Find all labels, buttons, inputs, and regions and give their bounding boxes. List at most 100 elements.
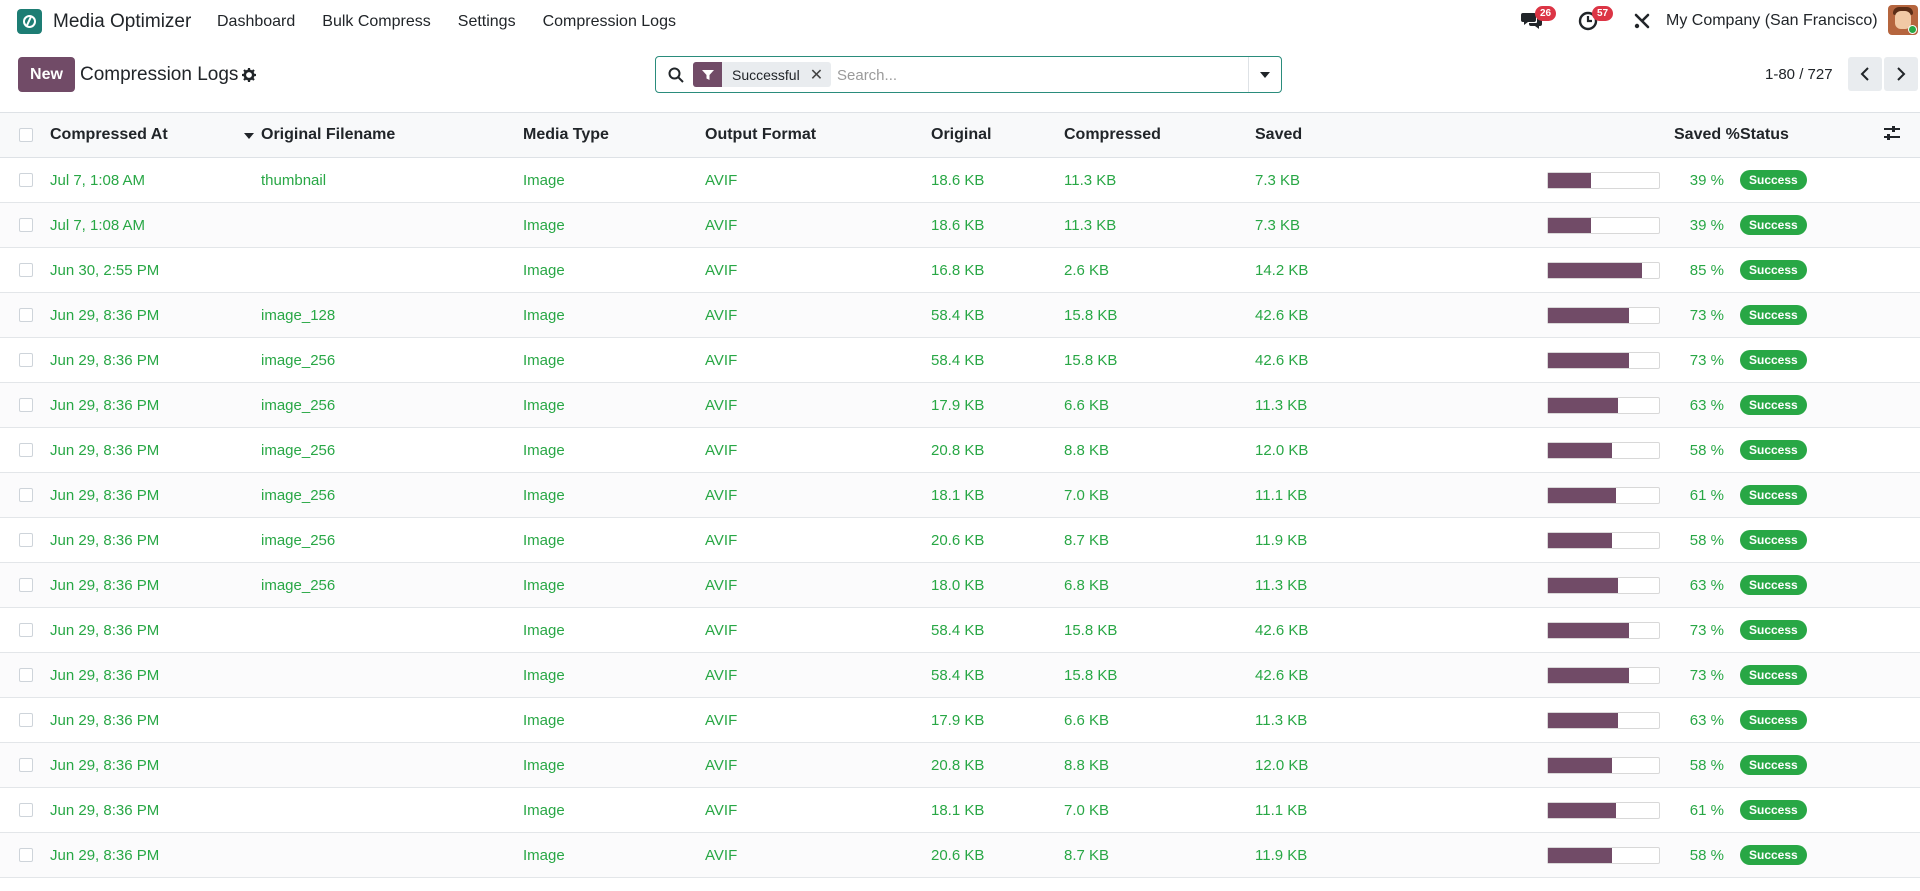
table-row[interactable]: Jun 29, 8:36 PM Image AVIF 20.6 KB 8.7 KB 11.… — [0, 832, 1920, 878]
cell-original-size[interactable]: 18.1 KB — [931, 473, 1064, 518]
cell-saved-size[interactable]: 7.3 KB — [1255, 158, 1547, 203]
cell-saved-size[interactable]: 11.3 KB — [1255, 383, 1547, 428]
cell-original-filename[interactable]: image_256 — [261, 563, 523, 608]
cell-original-filename[interactable] — [261, 833, 523, 878]
cell-original-filename[interactable] — [261, 788, 523, 833]
table-row[interactable]: Jun 29, 8:36 PM Image AVIF 58.4 KB 15.8 KB 42… — [0, 608, 1920, 653]
cell-media-type[interactable]: Image — [523, 698, 705, 743]
cell-media-type[interactable]: Image — [523, 473, 705, 518]
cell-output-format[interactable]: AVIF — [705, 293, 931, 338]
row-checkbox[interactable] — [19, 218, 33, 232]
cell-original-size[interactable]: 18.0 KB — [931, 563, 1064, 608]
cell-media-type[interactable]: Image — [523, 338, 705, 383]
cell-media-type[interactable]: Image — [523, 518, 705, 563]
cell-saved-percent[interactable]: 58 % — [1674, 518, 1736, 563]
cell-media-type[interactable]: Image — [523, 383, 705, 428]
cell-status[interactable]: Success — [1736, 563, 1870, 608]
cell-status[interactable]: Success — [1736, 698, 1870, 743]
row-checkbox[interactable] — [19, 173, 33, 187]
app-name[interactable]: Media Optimizer — [53, 11, 191, 33]
optional-columns-toggle[interactable] — [1870, 113, 1920, 158]
cell-saved-percent[interactable]: 61 % — [1674, 788, 1736, 833]
menu-item-compression-logs[interactable]: Compression Logs — [543, 13, 676, 31]
cell-saved-percent[interactable]: 73 % — [1674, 608, 1736, 653]
cell-output-format[interactable]: AVIF — [705, 428, 931, 473]
row-checkbox[interactable] — [19, 263, 33, 277]
cell-compressed-size[interactable]: 15.8 KB — [1064, 653, 1255, 698]
cell-saved-size[interactable]: 11.9 KB — [1255, 518, 1547, 563]
cell-saved-size[interactable]: 11.9 KB — [1255, 833, 1547, 878]
cell-original-size[interactable]: 58.4 KB — [931, 338, 1064, 383]
cell-compressed-at[interactable]: Jun 29, 8:36 PM — [50, 743, 261, 788]
cell-saved-percent[interactable]: 58 % — [1674, 743, 1736, 788]
row-checkbox[interactable] — [19, 623, 33, 637]
cell-compressed-at[interactable]: Jun 29, 8:36 PM — [50, 833, 261, 878]
cell-original-size[interactable]: 18.6 KB — [931, 158, 1064, 203]
messages-menu[interactable]: 26 — [1521, 6, 1557, 36]
pager-value[interactable]: 1-80 / 727 — [1765, 66, 1833, 83]
page-title[interactable]: Compression Logs — [80, 64, 238, 86]
cell-status[interactable]: Success — [1736, 293, 1870, 338]
table-row[interactable]: Jul 7, 1:08 AM Image AVIF 18.6 KB 11.3 KB 7.3… — [0, 202, 1920, 248]
table-row[interactable]: Jun 29, 8:36 PM image_128 Image AVIF 58.4 KB… — [0, 292, 1920, 338]
row-checkbox[interactable] — [19, 713, 33, 727]
cell-original-size[interactable]: 17.9 KB — [931, 698, 1064, 743]
table-row[interactable]: Jun 29, 8:36 PM image_256 Image AVIF 17.9 KB… — [0, 382, 1920, 428]
pager-next-button[interactable] — [1884, 57, 1918, 91]
column-compressed-at[interactable]: Compressed At — [50, 113, 261, 158]
cell-compressed-size[interactable]: 8.7 KB — [1064, 833, 1255, 878]
cell-status[interactable]: Success — [1736, 518, 1870, 563]
cell-saved-percent[interactable]: 63 % — [1674, 383, 1736, 428]
cell-saved-size[interactable]: 12.0 KB — [1255, 743, 1547, 788]
cell-output-format[interactable]: AVIF — [705, 743, 931, 788]
cell-saved-percent[interactable]: 73 % — [1674, 653, 1736, 698]
cell-original-size[interactable]: 20.6 KB — [931, 833, 1064, 878]
table-row[interactable]: Jul 7, 1:08 AM thumbnail Image AVIF 18.6 KB 1… — [0, 158, 1920, 203]
cell-original-size[interactable]: 58.4 KB — [931, 608, 1064, 653]
row-checkbox[interactable] — [19, 668, 33, 682]
cell-output-format[interactable]: AVIF — [705, 338, 931, 383]
cell-original-filename[interactable] — [261, 653, 523, 698]
cell-saved-size[interactable]: 11.1 KB — [1255, 788, 1547, 833]
column-media-type[interactable]: Media Type — [523, 113, 705, 158]
cell-compressed-at[interactable]: Jun 29, 8:36 PM — [50, 293, 261, 338]
row-checkbox[interactable] — [19, 443, 33, 457]
cell-status[interactable]: Success — [1736, 158, 1870, 203]
cell-output-format[interactable]: AVIF — [705, 833, 931, 878]
cell-original-filename[interactable] — [261, 608, 523, 653]
cell-compressed-at[interactable]: Jul 7, 1:08 AM — [50, 203, 261, 248]
cell-media-type[interactable]: Image — [523, 293, 705, 338]
cell-output-format[interactable]: AVIF — [705, 518, 931, 563]
cell-compressed-size[interactable]: 7.0 KB — [1064, 473, 1255, 518]
cell-original-size[interactable]: 18.6 KB — [931, 203, 1064, 248]
cell-saved-size[interactable]: 42.6 KB — [1255, 608, 1547, 653]
cell-saved-percent[interactable]: 58 % — [1674, 833, 1736, 878]
cell-original-size[interactable]: 58.4 KB — [931, 293, 1064, 338]
table-row[interactable]: Jun 29, 8:36 PM image_256 Image AVIF 58.4 KB… — [0, 338, 1920, 383]
cell-output-format[interactable]: AVIF — [705, 203, 931, 248]
cell-original-filename[interactable]: image_256 — [261, 428, 523, 473]
cell-compressed-at[interactable]: Jun 29, 8:36 PM — [50, 383, 261, 428]
cell-saved-size[interactable]: 42.6 KB — [1255, 653, 1547, 698]
table-row[interactable]: Jun 29, 8:36 PM Image AVIF 58.4 KB 15.8 KB 42… — [0, 652, 1920, 698]
row-checkbox[interactable] — [19, 488, 33, 502]
row-checkbox[interactable] — [19, 578, 33, 592]
cell-media-type[interactable]: Image — [523, 248, 705, 293]
column-original-filename[interactable]: Original Filename — [261, 113, 523, 158]
cell-output-format[interactable]: AVIF — [705, 248, 931, 293]
menu-item-settings[interactable]: Settings — [458, 13, 516, 31]
column-compressed[interactable]: Compressed — [1064, 113, 1255, 158]
column-saved-percent[interactable]: Saved % — [1674, 113, 1740, 158]
cell-saved-percent[interactable]: 61 % — [1674, 473, 1736, 518]
table-row[interactable]: Jun 29, 8:36 PM image_256 Image AVIF 18.0 KB… — [0, 562, 1920, 608]
cell-saved-size[interactable]: 11.3 KB — [1255, 698, 1547, 743]
cell-saved-percent[interactable]: 85 % — [1674, 248, 1736, 293]
cell-media-type[interactable]: Image — [523, 608, 705, 653]
cell-status[interactable]: Success — [1736, 428, 1870, 473]
cell-original-size[interactable]: 20.8 KB — [931, 428, 1064, 473]
cell-compressed-at[interactable]: Jun 29, 8:36 PM — [50, 563, 261, 608]
cell-status[interactable]: Success — [1736, 788, 1870, 833]
cell-status[interactable]: Success — [1736, 743, 1870, 788]
cell-saved-percent[interactable]: 63 % — [1674, 563, 1736, 608]
cell-saved-percent[interactable]: 73 % — [1674, 338, 1736, 383]
